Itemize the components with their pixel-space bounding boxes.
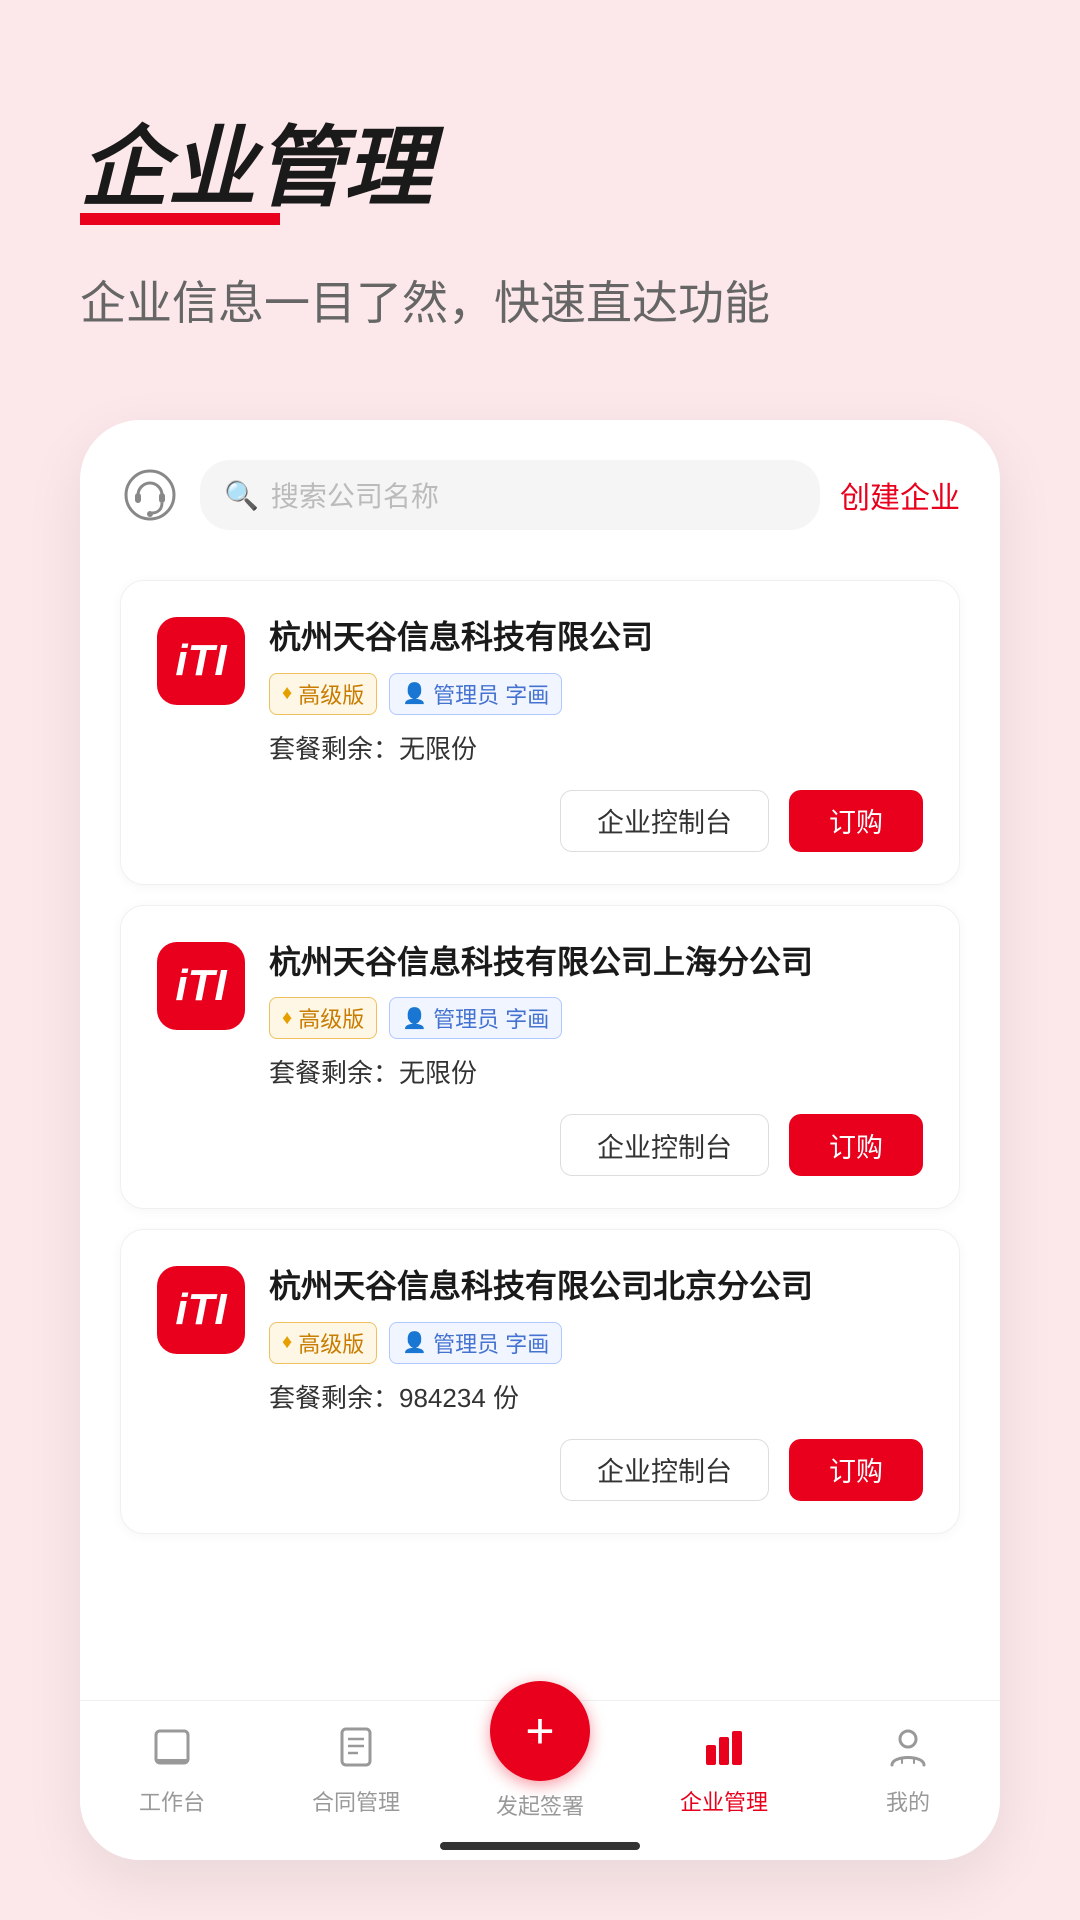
quota-2: 套餐剩余：无限份 xyxy=(269,1053,923,1090)
nav-item-workbench[interactable]: 工作台 xyxy=(80,1725,264,1817)
quota-prefix-3: 套餐剩余： xyxy=(269,1383,399,1413)
company-card-2: iTI 杭州天谷信息科技有限公司上海分公司 ♦ 高级版 👤 管理员 字画 xyxy=(120,905,960,1210)
workbench-icon xyxy=(150,1725,194,1777)
quota-1: 套餐剩余：无限份 xyxy=(269,729,923,766)
admin-icon-1: 👤 xyxy=(402,681,427,706)
diamond-icon-1: ♦ xyxy=(282,682,292,705)
phone-card: 🔍 搜索公司名称 创建企业 iTI 杭州天谷信息科技有限公司 ♦ xyxy=(80,420,1000,1860)
company-tags-1: ♦ 高级版 👤 管理员 字画 xyxy=(269,673,923,715)
admin-badge-1: 👤 管理员 字画 xyxy=(389,673,562,715)
company-name-1: 杭州天谷信息科技有限公司 xyxy=(269,617,923,659)
tier-badge-1: ♦ 高级版 xyxy=(269,673,377,715)
quota-value-1: 无限份 xyxy=(399,734,477,764)
company-card-3: iTI 杭州天谷信息科技有限公司北京分公司 ♦ 高级版 👤 管理员 字画 xyxy=(120,1229,960,1534)
home-indicator xyxy=(440,1842,640,1850)
diamond-icon-3: ♦ xyxy=(282,1331,292,1354)
mine-label: 我的 xyxy=(886,1785,930,1817)
nav-center-wrapper: + 发起签署 xyxy=(448,1721,632,1821)
company-logo-3: iTI xyxy=(157,1266,245,1354)
mine-icon xyxy=(886,1725,930,1777)
company-name-3: 杭州天谷信息科技有限公司北京分公司 xyxy=(269,1266,923,1308)
search-icon: 🔍 xyxy=(224,479,259,512)
admin-icon-3: 👤 xyxy=(402,1330,427,1355)
company-logo-text-1: iTI xyxy=(175,636,226,686)
company-tags-3: ♦ 高级版 👤 管理员 字画 xyxy=(269,1322,923,1364)
search-input-box[interactable]: 🔍 搜索公司名称 xyxy=(200,460,820,530)
title-underline xyxy=(80,213,280,225)
page-subtitle: 企业信息一目了然，快速直达功能 xyxy=(80,267,1000,333)
tier-label-1: 高级版 xyxy=(298,678,364,710)
title-wrapper: 企业管理 xyxy=(80,120,432,217)
company-info-1: 杭州天谷信息科技有限公司 ♦ 高级版 👤 管理员 字画 xyxy=(269,617,923,766)
company-name-2: 杭州天谷信息科技有限公司上海分公司 xyxy=(269,942,923,984)
company-logo-1: iTI xyxy=(157,617,245,705)
search-placeholder: 搜索公司名称 xyxy=(271,475,439,515)
create-enterprise-button[interactable]: 创建企业 xyxy=(840,473,960,517)
company-actions-1: 企业控制台 订购 xyxy=(157,790,923,852)
quota-3: 套餐剩余：984234 份 xyxy=(269,1378,923,1415)
company-list: iTI 杭州天谷信息科技有限公司 ♦ 高级版 👤 管理员 字画 xyxy=(80,550,1000,1700)
admin-icon-2: 👤 xyxy=(402,1006,427,1031)
tier-badge-3: ♦ 高级版 xyxy=(269,1322,377,1364)
contract-icon xyxy=(334,1725,378,1777)
control-button-2[interactable]: 企业控制台 xyxy=(560,1114,769,1176)
company-logo-2: iTI xyxy=(157,942,245,1030)
nav-item-mine[interactable]: 我的 xyxy=(816,1725,1000,1817)
nav-item-enterprise[interactable]: 企业管理 xyxy=(632,1725,816,1817)
company-header-3: iTI 杭州天谷信息科技有限公司北京分公司 ♦ 高级版 👤 管理员 字画 xyxy=(157,1266,923,1415)
workbench-label: 工作台 xyxy=(139,1785,205,1817)
company-tags-2: ♦ 高级版 👤 管理员 字画 xyxy=(269,997,923,1039)
enterprise-label: 企业管理 xyxy=(680,1785,768,1817)
nav-item-contract[interactable]: 合同管理 xyxy=(264,1725,448,1817)
admin-badge-3: 👤 管理员 字画 xyxy=(389,1322,562,1364)
sign-button[interactable]: + xyxy=(490,1681,590,1781)
company-logo-text-2: iTI xyxy=(175,961,226,1011)
company-info-3: 杭州天谷信息科技有限公司北京分公司 ♦ 高级版 👤 管理员 字画 xyxy=(269,1266,923,1415)
control-button-1[interactable]: 企业控制台 xyxy=(560,790,769,852)
enterprise-icon xyxy=(702,1725,746,1777)
company-logo-text-3: iTI xyxy=(175,1285,226,1335)
admin-label-3: 管理员 字画 xyxy=(433,1327,549,1359)
quota-value-3: 984234 份 xyxy=(399,1383,519,1413)
diamond-icon-2: ♦ xyxy=(282,1007,292,1030)
company-card-1: iTI 杭州天谷信息科技有限公司 ♦ 高级版 👤 管理员 字画 xyxy=(120,580,960,885)
tier-label-2: 高级版 xyxy=(298,1002,364,1034)
admin-badge-2: 👤 管理员 字画 xyxy=(389,997,562,1039)
order-button-2[interactable]: 订购 xyxy=(789,1114,923,1176)
tier-label-3: 高级版 xyxy=(298,1327,364,1359)
order-button-3[interactable]: 订购 xyxy=(789,1439,923,1501)
control-button-3[interactable]: 企业控制台 xyxy=(560,1439,769,1501)
quota-prefix-2: 套餐剩余： xyxy=(269,1058,399,1088)
company-header-2: iTI 杭州天谷信息科技有限公司上海分公司 ♦ 高级版 👤 管理员 字画 xyxy=(157,942,923,1091)
bottom-nav: 工作台 合同管理 + 发起签署 xyxy=(80,1700,1000,1860)
page-title: 企业管理 xyxy=(80,120,432,217)
quota-value-2: 无限份 xyxy=(399,1058,477,1088)
contract-label: 合同管理 xyxy=(312,1785,400,1817)
tier-badge-2: ♦ 高级版 xyxy=(269,997,377,1039)
company-header-1: iTI 杭州天谷信息科技有限公司 ♦ 高级版 👤 管理员 字画 xyxy=(157,617,923,766)
company-actions-2: 企业控制台 订购 xyxy=(157,1114,923,1176)
page-header: 企业管理 企业信息一目了然，快速直达功能 xyxy=(0,0,1080,373)
quota-prefix-1: 套餐剩余： xyxy=(269,734,399,764)
company-info-2: 杭州天谷信息科技有限公司上海分公司 ♦ 高级版 👤 管理员 字画 xyxy=(269,942,923,1091)
admin-label-1: 管理员 字画 xyxy=(433,678,549,710)
company-actions-3: 企业控制台 订购 xyxy=(157,1439,923,1501)
search-bar-area: 🔍 搜索公司名称 创建企业 xyxy=(80,420,1000,550)
admin-label-2: 管理员 字画 xyxy=(433,1002,549,1034)
order-button-1[interactable]: 订购 xyxy=(789,790,923,852)
customer-service-icon[interactable] xyxy=(120,465,180,525)
plus-icon: + xyxy=(525,1706,554,1756)
sign-label: 发起签署 xyxy=(496,1789,584,1821)
